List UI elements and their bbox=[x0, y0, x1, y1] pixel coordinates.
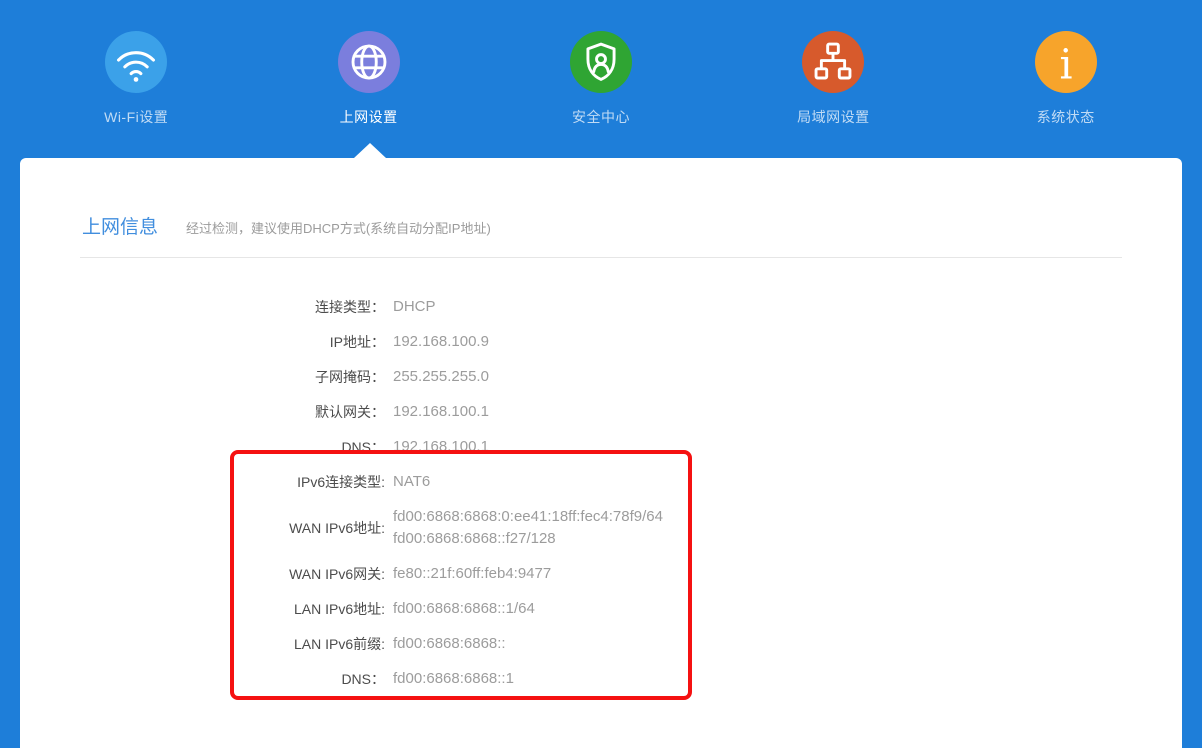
tab-wifi-label: Wi-Fi设置 bbox=[104, 107, 168, 127]
row-wan-ipv6-address: WAN IPv6地址: fd00:6868:6868:0:ee41:18ff:f… bbox=[20, 506, 1182, 550]
field-value-line2: fd00:6868:6868::f27/128 bbox=[393, 528, 663, 550]
field-label: IP地址： bbox=[20, 331, 385, 353]
row-dns-ipv4: DNS： 192.168.100.1 bbox=[20, 436, 1182, 458]
field-label: 默认网关： bbox=[20, 401, 385, 423]
tab-lan-settings[interactable]: 局域网设置 bbox=[717, 31, 949, 127]
row-subnet-mask: 子网掩码： 255.255.255.0 bbox=[20, 366, 1182, 388]
field-value: 192.168.100.1 bbox=[393, 401, 489, 423]
tab-internet-settings[interactable]: 上网设置 bbox=[252, 31, 484, 127]
tab-wifi-settings[interactable]: Wi-Fi设置 bbox=[20, 31, 252, 127]
nav-tabs: Wi-Fi设置 上网设置 安全中心 bbox=[20, 31, 1182, 127]
row-ip-address: IP地址： 192.168.100.9 bbox=[20, 331, 1182, 353]
field-label: LAN IPv6地址: bbox=[20, 598, 385, 620]
tab-lan-label: 局域网设置 bbox=[797, 107, 870, 127]
content-card: 上网信息 经过检测，建议使用DHCP方式(系统自动分配IP地址) 连接类型： D… bbox=[20, 158, 1182, 748]
row-default-gateway: 默认网关： 192.168.100.1 bbox=[20, 401, 1182, 423]
connection-info-list: 连接类型： DHCP IP地址： 192.168.100.9 子网掩码： 255… bbox=[20, 296, 1182, 690]
field-value: 192.168.100.1 bbox=[393, 436, 489, 458]
section-divider bbox=[80, 257, 1122, 258]
shield-user-icon bbox=[570, 31, 632, 93]
field-label: WAN IPv6网关: bbox=[20, 563, 385, 585]
row-wan-ipv6-gateway: WAN IPv6网关: fe80::21f:60ff:feb4:9477 bbox=[20, 563, 1182, 585]
router-admin-page: Wi-Fi设置 上网设置 安全中心 bbox=[0, 0, 1202, 748]
field-label: WAN IPv6地址: bbox=[20, 517, 385, 539]
field-label: 子网掩码： bbox=[20, 366, 385, 388]
field-value: fd00:6868:6868::1/64 bbox=[393, 598, 535, 620]
tab-system-status[interactable]: i 系统状态 bbox=[950, 31, 1182, 127]
field-value: fd00:6868:6868::1 bbox=[393, 668, 514, 690]
field-value: NAT6 bbox=[393, 471, 430, 493]
info-icon: i bbox=[1035, 31, 1097, 93]
section-subtitle: 经过检测，建议使用DHCP方式(系统自动分配IP地址) bbox=[186, 218, 491, 237]
field-value: fd00:6868:6868:0:ee41:18ff:fec4:78f9/64 … bbox=[393, 506, 663, 550]
field-value: 255.255.255.0 bbox=[393, 366, 489, 388]
tab-security-label: 安全中心 bbox=[572, 107, 630, 127]
field-value: 192.168.100.9 bbox=[393, 331, 489, 353]
row-ipv6-connection-type: IPv6连接类型: NAT6 bbox=[20, 471, 1182, 493]
selected-tab-pointer bbox=[354, 143, 386, 158]
field-value: fe80::21f:60ff:feb4:9477 bbox=[393, 563, 551, 585]
row-lan-ipv6-address: LAN IPv6地址: fd00:6868:6868::1/64 bbox=[20, 598, 1182, 620]
row-lan-ipv6-prefix: LAN IPv6前缀: fd00:6868:6868:: bbox=[20, 633, 1182, 655]
field-label: LAN IPv6前缀: bbox=[20, 633, 385, 655]
field-label: IPv6连接类型: bbox=[20, 471, 385, 493]
field-label: DNS： bbox=[20, 436, 385, 458]
field-value: DHCP bbox=[393, 296, 436, 318]
tab-internet-label: 上网设置 bbox=[340, 107, 398, 127]
tab-system-label: 系统状态 bbox=[1037, 107, 1095, 127]
svg-text:i: i bbox=[1059, 40, 1072, 88]
sitemap-icon bbox=[802, 31, 864, 93]
field-value-line1: fd00:6868:6868:0:ee41:18ff:fec4:78f9/64 bbox=[393, 506, 663, 528]
field-label: 连接类型： bbox=[20, 296, 385, 318]
wifi-icon bbox=[105, 31, 167, 93]
row-connection-type: 连接类型： DHCP bbox=[20, 296, 1182, 318]
field-label: DNS： bbox=[20, 668, 385, 690]
row-dns-ipv6: DNS： fd00:6868:6868::1 bbox=[20, 668, 1182, 690]
globe-icon bbox=[338, 31, 400, 93]
section-header: 上网信息 经过检测，建议使用DHCP方式(系统自动分配IP地址) bbox=[20, 158, 1182, 239]
tab-security-center[interactable]: 安全中心 bbox=[485, 31, 717, 127]
section-title: 上网信息 bbox=[82, 212, 158, 239]
field-value: fd00:6868:6868:: bbox=[393, 633, 506, 655]
